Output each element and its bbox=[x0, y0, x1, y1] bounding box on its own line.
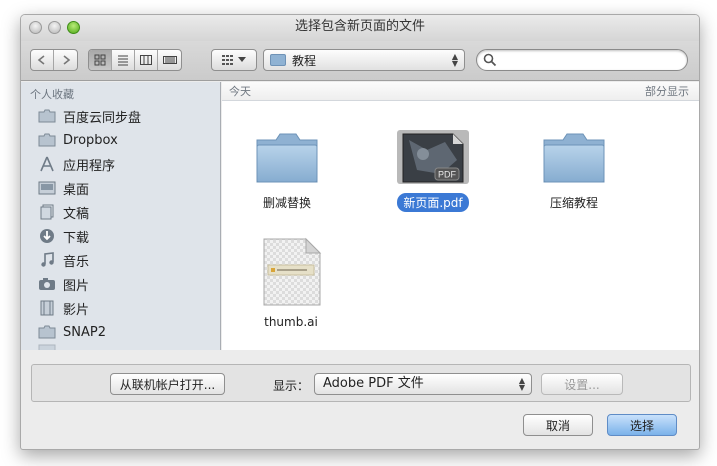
file-item-folder-yasuo[interactable]: 压缩教程 bbox=[519, 130, 629, 212]
settings-button[interactable]: 设置... bbox=[541, 373, 623, 395]
coverflow-icon bbox=[162, 56, 177, 64]
file-name: 压缩教程 bbox=[549, 196, 598, 210]
folder-icon bbox=[38, 324, 56, 340]
file-item-thumb-ai[interactable]: thumb.ai bbox=[236, 237, 346, 330]
sidebar-item-desktop[interactable]: 桌面 bbox=[21, 176, 220, 200]
zoom-window-button[interactable] bbox=[67, 21, 80, 34]
sidebar-item-dropbox[interactable]: Dropbox bbox=[21, 128, 220, 152]
pdf-badge: PDF bbox=[438, 170, 457, 180]
ai-document-icon bbox=[263, 237, 322, 306]
sidebar-item-label: SNAP2 bbox=[63, 324, 106, 340]
sidebar-item-label: 图片 bbox=[63, 278, 90, 294]
folder-icon bbox=[38, 132, 56, 148]
sidebar-item-music[interactable]: 音乐 bbox=[21, 248, 220, 272]
sidebar-item-label: 文稿 bbox=[63, 206, 90, 222]
file-name: 新页面.pdf bbox=[397, 193, 469, 212]
folder-icon bbox=[270, 54, 286, 66]
music-icon bbox=[38, 252, 56, 268]
sidebar-item-label: 下载 bbox=[63, 230, 90, 246]
grid-icon bbox=[94, 54, 106, 66]
sidebar-item-label: 桌面 bbox=[63, 182, 90, 198]
file-item-pdf-selected[interactable]: PDF 新页面.pdf bbox=[378, 130, 488, 212]
sidebar-item-label: Dropbox bbox=[63, 132, 118, 148]
sidebar-item-documents[interactable]: 文稿 bbox=[21, 200, 220, 224]
file-browser: 今天 部分显示 删减替换 PDF 新页面.pdf 压缩教程 thumb.ai bbox=[222, 82, 699, 350]
movies-icon bbox=[38, 300, 56, 316]
options-panel: 从联机帐户打开... 显示： Adobe PDF 文件 ▲ ▼ 设置... bbox=[31, 364, 691, 402]
list-icon bbox=[118, 55, 128, 66]
file-name: 删减替换 bbox=[262, 196, 311, 210]
list-view-button[interactable] bbox=[112, 50, 135, 70]
arrange-button[interactable] bbox=[212, 50, 256, 70]
title-bar[interactable]: 选择包含新页面的文件 bbox=[21, 15, 699, 41]
sidebar-item-downloads[interactable]: 下载 bbox=[21, 224, 220, 248]
nav-buttons bbox=[30, 49, 78, 71]
format-select-value: Adobe PDF 文件 bbox=[323, 376, 424, 391]
sidebar-item-snap2[interactable]: SNAP2 bbox=[21, 320, 220, 344]
sidebar-item-label: 音乐 bbox=[63, 254, 90, 270]
format-label: 显示： bbox=[273, 379, 310, 393]
section-header: 今天 部分显示 bbox=[222, 82, 699, 101]
updown-arrows-icon: ▲ ▼ bbox=[518, 376, 525, 392]
column-view-button[interactable] bbox=[135, 50, 158, 70]
folder-icon bbox=[256, 133, 318, 183]
arrange-grid-icon bbox=[222, 55, 233, 65]
sidebar-item-label: 影片 bbox=[63, 302, 90, 318]
toolbar: 教程 ▲ ▼ bbox=[21, 41, 699, 81]
close-window-button[interactable] bbox=[29, 21, 42, 34]
arrange-menu-button[interactable] bbox=[211, 49, 257, 71]
sidebar-item-label: 百度云同步盘 bbox=[63, 110, 142, 126]
pictures-icon bbox=[38, 276, 56, 292]
file-item-folder-shanjian[interactable]: 删减替换 bbox=[232, 130, 342, 212]
sidebar: 个人收藏 百度云同步盘 Dropbox 应用程序 桌面 文稿 下载 音乐 图片 … bbox=[21, 82, 221, 350]
search-icon bbox=[483, 53, 497, 67]
updown-arrows-icon: ▲ ▼ bbox=[451, 52, 458, 68]
file-format-select[interactable]: Adobe PDF 文件 ▲ ▼ bbox=[314, 373, 532, 395]
sidebar-item-baidu[interactable]: 百度云同步盘 bbox=[21, 104, 220, 128]
sidebar-item-movies[interactable]: 影片 bbox=[21, 296, 220, 320]
applications-icon bbox=[38, 156, 56, 172]
location-popup[interactable]: 教程 ▲ ▼ bbox=[263, 49, 465, 71]
sidebar-item-partial[interactable] bbox=[21, 344, 220, 350]
sidebar-item-pictures[interactable]: 图片 bbox=[21, 272, 220, 296]
open-online-account-button[interactable]: 从联机帐户打开... bbox=[110, 373, 225, 395]
documents-icon bbox=[38, 204, 56, 220]
choose-button[interactable]: 选择 bbox=[607, 414, 677, 436]
sidebar-section-header: 个人收藏 bbox=[30, 88, 74, 101]
section-title: 今天 bbox=[229, 85, 251, 98]
desktop-icon bbox=[38, 180, 56, 196]
columns-icon bbox=[140, 55, 152, 65]
cancel-button[interactable]: 取消 bbox=[523, 414, 593, 436]
show-partial-toggle[interactable]: 部分显示 bbox=[645, 83, 689, 99]
coverflow-view-button[interactable] bbox=[158, 50, 181, 70]
chevron-left-icon bbox=[37, 55, 45, 65]
minimize-window-button[interactable] bbox=[48, 21, 61, 34]
sidebar-item-label: 应用程序 bbox=[63, 158, 116, 174]
pdf-document-icon: PDF bbox=[397, 130, 469, 184]
sidebar-item-applications[interactable]: 应用程序 bbox=[21, 152, 220, 176]
downloads-icon bbox=[38, 228, 56, 244]
location-label: 教程 bbox=[292, 53, 317, 68]
back-button[interactable] bbox=[31, 50, 54, 70]
file-name: thumb.ai bbox=[264, 315, 318, 329]
icon-view-button[interactable] bbox=[89, 50, 112, 70]
file-dialog-window: 选择包含新页面的文件 教程 ▲ ▼ 个人收藏 百度云同步盘 Dropbox 应用… bbox=[20, 14, 700, 450]
window-title: 选择包含新页面的文件 bbox=[294, 19, 425, 34]
dropdown-triangle-icon bbox=[238, 57, 246, 62]
view-mode-buttons bbox=[88, 49, 182, 71]
folder-icon bbox=[38, 344, 56, 350]
folder-icon bbox=[38, 108, 56, 124]
folder-icon bbox=[543, 133, 605, 183]
forward-button[interactable] bbox=[54, 50, 77, 70]
search-field[interactable] bbox=[476, 49, 688, 71]
chevron-right-icon bbox=[63, 55, 70, 65]
sidebar-list: 百度云同步盘 Dropbox 应用程序 桌面 文稿 下载 音乐 图片 影片 SN… bbox=[21, 104, 220, 350]
